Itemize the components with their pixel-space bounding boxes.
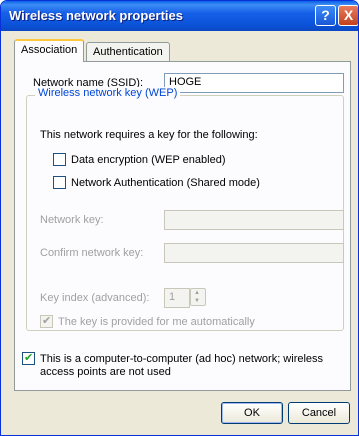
confirm-key-input[interactable] (164, 243, 344, 263)
cancel-button[interactable]: Cancel (288, 402, 350, 424)
data-encryption-checkbox[interactable] (53, 153, 66, 166)
wep-group-title: Wireless network key (WEP) (35, 87, 181, 99)
auto-key-label[interactable]: The key is provided for me automatically (58, 316, 255, 328)
tab-association[interactable]: Association (14, 39, 85, 62)
window-title: Wireless network properties (9, 8, 183, 23)
network-key-input[interactable] (164, 210, 344, 230)
checkmark-icon: ✔ (24, 352, 34, 364)
data-encryption-label[interactable]: Data encryption (WEP enabled) (71, 154, 226, 166)
ok-button[interactable]: OK (221, 402, 283, 424)
confirm-key-label: Confirm network key: (40, 247, 144, 259)
network-auth-checkbox[interactable] (53, 176, 66, 189)
network-auth-label[interactable]: Network Authentication (Shared mode) (71, 177, 260, 189)
wireless-properties-dialog: Wireless network properties ? X Associat… (0, 0, 359, 436)
adhoc-checkbox[interactable]: ✔ (22, 352, 35, 365)
key-index-input[interactable]: 1 (164, 288, 190, 308)
network-key-label: Network key: (40, 214, 104, 226)
key-index-label: Key index (advanced): (40, 292, 150, 304)
spin-up-icon: ▲ (194, 290, 200, 296)
tab-authentication[interactable]: Authentication (86, 42, 170, 63)
requires-key-text: This network requires a key for the foll… (40, 129, 258, 141)
adhoc-label-line1[interactable]: This is a computer-to-computer (ad hoc) … (40, 353, 323, 365)
checkmark-icon: ✔ (42, 315, 52, 327)
help-button[interactable]: ? (315, 5, 336, 26)
adhoc-label-line2[interactable]: access points are not used (40, 366, 171, 378)
spin-down-icon: ▼ (194, 298, 200, 304)
auto-key-checkbox[interactable]: ✔ (40, 315, 53, 328)
association-panel: Network name (SSID): HOGE Wireless netwo… (14, 61, 351, 391)
key-index-spinner[interactable]: ▲ ▼ (190, 288, 206, 306)
title-bar[interactable]: Wireless network properties ? X (1, 1, 358, 31)
ssid-input[interactable]: HOGE (164, 73, 344, 93)
close-button[interactable]: X (338, 5, 358, 26)
